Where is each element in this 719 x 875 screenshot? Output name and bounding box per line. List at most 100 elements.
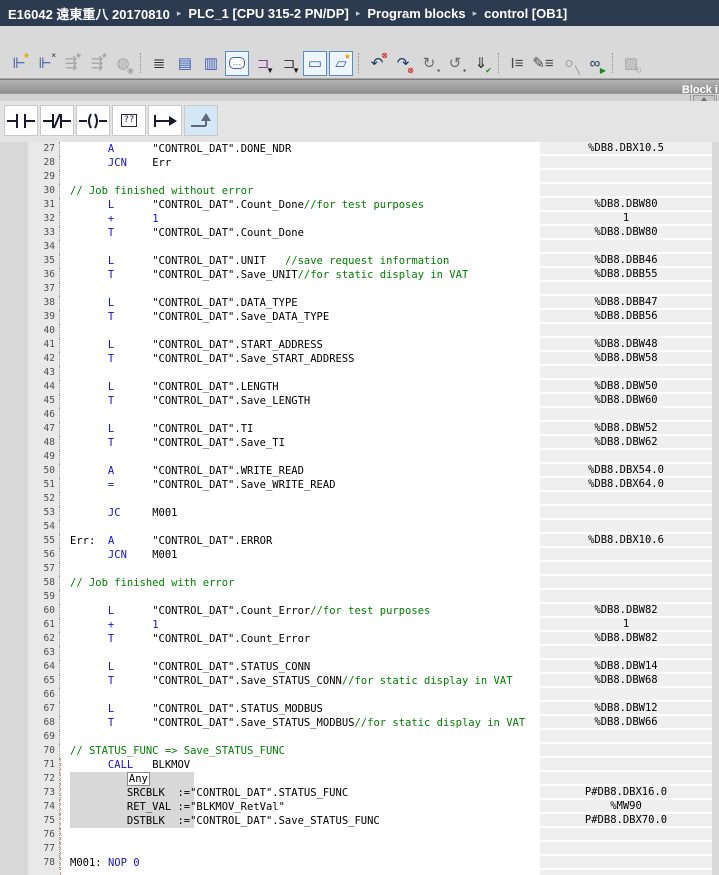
- code-cell[interactable]: A "CONTROL_DAT".DONE_NDR: [60, 142, 540, 156]
- code-cell[interactable]: L "CONTROL_DAT".Count_Done//for test pur…: [60, 198, 540, 212]
- coil-button[interactable]: [76, 105, 110, 136]
- network-list-button[interactable]: ≣: [147, 51, 171, 76]
- search-button[interactable]: ○╲: [557, 51, 581, 76]
- code-cell[interactable]: T "CONTROL_DAT".Save_DATA_TYPE: [60, 310, 540, 324]
- download-to-device-button[interactable]: ⇓✔: [469, 51, 493, 76]
- empty-box-button[interactable]: ??: [112, 105, 146, 136]
- code-cell[interactable]: L "CONTROL_DAT".TI: [60, 422, 540, 436]
- insert-element-alt-button[interactable]: ⊐▼: [277, 51, 301, 76]
- code-cell[interactable]: [60, 324, 540, 338]
- code-token: "CONTROL_DAT".Save_STATUS_FUNC: [190, 815, 380, 827]
- code-cell[interactable]: [60, 590, 540, 604]
- code-cell[interactable]: [60, 688, 540, 702]
- normally-closed-contact-button[interactable]: [40, 105, 74, 136]
- code-token: "CONTROL_DAT".WRITE_READ: [152, 465, 304, 477]
- breadcrumb-item[interactable]: Program blocks: [367, 6, 465, 21]
- code-cell[interactable]: A "CONTROL_DAT".WRITE_READ: [60, 464, 540, 478]
- code-cell[interactable]: L "CONTROL_DAT".START_ADDRESS: [60, 338, 540, 352]
- stl-editor[interactable]: 27 A "CONTROL_DAT".DONE_NDR%DB8.DBX10.52…: [0, 142, 719, 875]
- code-token: "CONTROL_DAT".DATA_TYPE: [152, 297, 297, 309]
- code-cell[interactable]: = "CONTROL_DAT".Save_WRITE_READ: [60, 478, 540, 492]
- code-cell[interactable]: [60, 366, 540, 380]
- code-cell[interactable]: JC M001: [60, 506, 540, 520]
- next-error-button[interactable]: ↷⊗: [391, 51, 415, 76]
- code-cell[interactable]: DSTBLK :="CONTROL_DAT".Save_STATUS_FUNC: [60, 814, 540, 828]
- code-cell[interactable]: L "CONTROL_DAT".DATA_TYPE: [60, 296, 540, 310]
- code-cell[interactable]: [60, 170, 540, 184]
- code-cell[interactable]: T "CONTROL_DAT".Save_LENGTH: [60, 394, 540, 408]
- code-cell[interactable]: // Job finished without error: [60, 184, 540, 198]
- code-cell[interactable]: L "CONTROL_DAT".Count_Error//for test pu…: [60, 604, 540, 618]
- monitoring-button[interactable]: ∞▶: [583, 51, 607, 76]
- code-cell[interactable]: [60, 842, 540, 856]
- delete-network-button[interactable]: ⊩×: [33, 51, 57, 76]
- code-cell[interactable]: M001: NOP 0: [60, 856, 540, 870]
- code-token: L: [70, 423, 152, 435]
- line-number: 45: [28, 394, 60, 408]
- code-cell[interactable]: L "CONTROL_DAT".LENGTH: [60, 380, 540, 394]
- operand-address: %DB8.DBW82: [540, 604, 712, 618]
- code-cell[interactable]: CALL BLKMOV: [60, 758, 540, 772]
- code-cell[interactable]: T "CONTROL_DAT".Save_STATUS_CONN//for st…: [60, 674, 540, 688]
- code-cell[interactable]: [60, 730, 540, 744]
- code-cell[interactable]: T "CONTROL_DAT".Count_Error: [60, 632, 540, 646]
- toggle-comments-button[interactable]: …: [225, 51, 249, 76]
- code-cell[interactable]: L "CONTROL_DAT".UNIT //save request info…: [60, 254, 540, 268]
- line-number: 36: [28, 268, 60, 282]
- code-line: 59: [28, 590, 712, 604]
- code-cell[interactable]: [60, 562, 540, 576]
- insert-element-button[interactable]: ⊐▼: [251, 51, 275, 76]
- upload-snapshot-button[interactable]: ↻▪: [417, 51, 441, 76]
- favorites-button[interactable]: ▱★: [329, 51, 353, 76]
- breadcrumb-item[interactable]: control [OB1]: [484, 6, 567, 21]
- code-token: CALL: [70, 759, 152, 771]
- code-cell[interactable]: + 1: [60, 212, 540, 226]
- previous-error-button[interactable]: ↶⊗: [365, 51, 389, 76]
- code-cell[interactable]: SRCBLK :="CONTROL_DAT".STATUS_FUNC: [60, 786, 540, 800]
- any-parameter-field[interactable]: Any: [127, 772, 150, 786]
- badge-icon: ★: [344, 53, 351, 61]
- code-cell[interactable]: JCN Err: [60, 156, 540, 170]
- operand-address: %DB8.DBW50: [540, 380, 712, 394]
- code-cell[interactable]: [60, 492, 540, 506]
- code-cell[interactable]: L "CONTROL_DAT".STATUS_MODBUS: [60, 702, 540, 716]
- code-cell[interactable]: + 1: [60, 618, 540, 632]
- expand-networks-button[interactable]: ▤: [173, 51, 197, 76]
- code-cell[interactable]: L "CONTROL_DAT".STATUS_CONN: [60, 660, 540, 674]
- code-cell[interactable]: T "CONTROL_DAT".Save_STATUS_MODBUS//for …: [60, 716, 540, 730]
- splitter-bar[interactable]: [0, 93, 719, 101]
- code-cell[interactable]: // STATUS_FUNC => Save_STATUS_FUNC: [60, 744, 540, 758]
- code-cell[interactable]: Err: A "CONTROL_DAT".ERROR: [60, 534, 540, 548]
- load-snapshot-button[interactable]: ↺▪: [443, 51, 467, 76]
- symbolic-operands-button[interactable]: ✎≡: [531, 51, 555, 76]
- code-cell[interactable]: [60, 240, 540, 254]
- breadcrumb-item[interactable]: PLC_1 [CPU 315-2 PN/DP]: [188, 6, 348, 21]
- code-line: 39 T "CONTROL_DAT".Save_DATA_TYPE%DB8.DB…: [28, 310, 712, 324]
- code-cell[interactable]: [60, 282, 540, 296]
- code-token: "CONTROL_DAT".Save_LENGTH: [152, 395, 310, 407]
- normally-open-contact-button[interactable]: [4, 105, 38, 136]
- code-cell[interactable]: [60, 646, 540, 660]
- open-branch-button[interactable]: [148, 105, 182, 136]
- code-cell[interactable]: Any: [60, 772, 540, 786]
- code-token: "CONTROL_DAT".Count_Done: [152, 199, 304, 211]
- code-cell[interactable]: T "CONTROL_DAT".Save_START_ADDRESS: [60, 352, 540, 366]
- collapse-networks-button[interactable]: ▥: [199, 51, 223, 76]
- insert-network-button[interactable]: ⊩★: [7, 51, 31, 76]
- code-cell[interactable]: T "CONTROL_DAT".Save_TI: [60, 436, 540, 450]
- code-cell[interactable]: [60, 450, 540, 464]
- code-cell[interactable]: T "CONTROL_DAT".Save_UNIT//for static di…: [60, 268, 540, 282]
- close-branch-button[interactable]: [184, 105, 218, 136]
- block-interface-header[interactable]: Block i: [0, 79, 719, 93]
- code-cell[interactable]: RET_VAL :="BLKMOV_RetVal": [60, 800, 540, 814]
- code-cell[interactable]: // Job finished with error: [60, 576, 540, 590]
- code-cell[interactable]: [60, 828, 540, 842]
- code-cell[interactable]: [60, 520, 540, 534]
- code-cell[interactable]: JCN M001: [60, 548, 540, 562]
- insert-row-before-button: ⇶★: [59, 51, 83, 76]
- absolute-operands-button[interactable]: I≡: [505, 51, 529, 76]
- code-cell[interactable]: T "CONTROL_DAT".Count_Done: [60, 226, 540, 240]
- overview-window-button[interactable]: ▭: [303, 51, 327, 76]
- code-cell[interactable]: [60, 408, 540, 422]
- breadcrumb-item[interactable]: E16042 遠東重八 20170810: [8, 4, 170, 23]
